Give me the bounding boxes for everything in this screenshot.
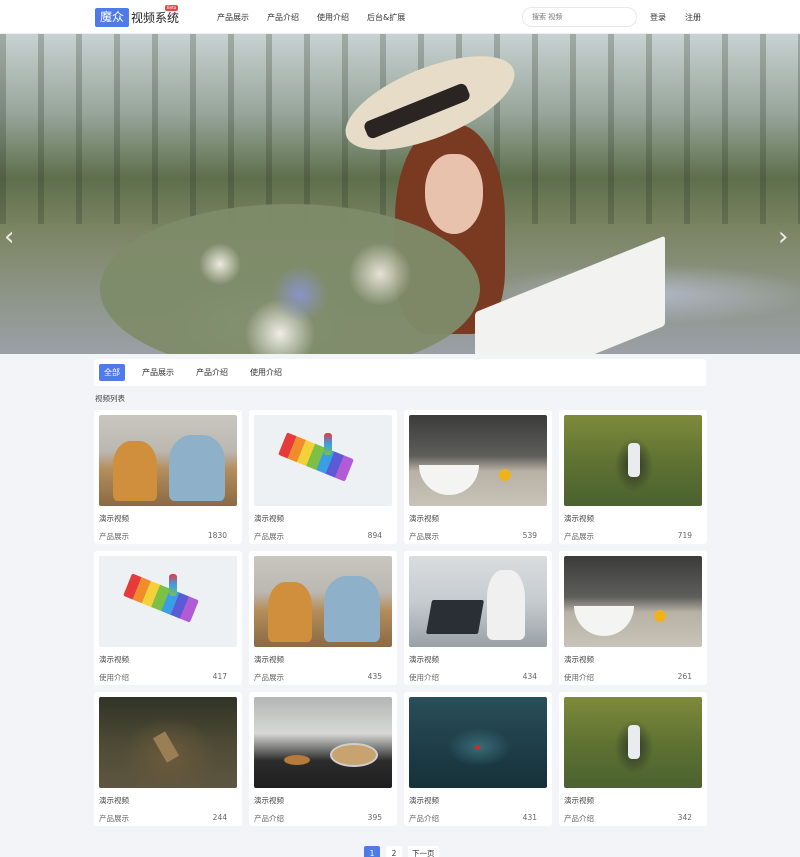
- video-card[interactable]: 演示视频 产品展示 894: [249, 410, 397, 544]
- video-category: 使用介绍: [409, 673, 439, 682]
- video-category: 产品展示: [99, 814, 129, 823]
- next-page-button[interactable]: 下一页: [408, 846, 439, 857]
- video-thumbnail[interactable]: [254, 415, 392, 506]
- pagination: 1 2 下一页: [364, 846, 445, 857]
- page-button-2[interactable]: 2: [386, 846, 402, 857]
- video-title[interactable]: 演示视频: [564, 795, 702, 806]
- category-filter: 全部 产品展示 产品介绍 使用介绍: [94, 359, 706, 386]
- video-title[interactable]: 演示视频: [99, 795, 237, 806]
- tab-all[interactable]: 全部: [99, 364, 125, 381]
- logo-mark: 魔众: [95, 8, 130, 27]
- video-view-count: 434: [522, 672, 537, 681]
- tab-product-intro[interactable]: 产品介绍: [191, 364, 233, 381]
- video-card[interactable]: 演示视频 产品介绍 395: [249, 692, 397, 826]
- main-nav: 产品展示 产品介绍 使用介绍 后台&扩展: [217, 0, 423, 34]
- video-view-count: 894: [367, 531, 382, 540]
- video-thumbnail[interactable]: [409, 415, 547, 506]
- video-category: 产品展示: [564, 532, 594, 541]
- register-link[interactable]: 注册: [685, 12, 701, 23]
- video-thumbnail[interactable]: [409, 556, 547, 647]
- login-link[interactable]: 登录: [650, 12, 666, 23]
- video-category: 使用介绍: [99, 673, 129, 682]
- video-view-count: 1830: [207, 531, 227, 540]
- video-title[interactable]: 演示视频: [409, 795, 547, 806]
- video-view-count: 417: [212, 672, 227, 681]
- tab-usage-intro[interactable]: 使用介绍: [245, 364, 287, 381]
- video-thumbnail[interactable]: [409, 697, 547, 788]
- video-title[interactable]: 演示视频: [99, 513, 237, 524]
- video-card[interactable]: 演示视频 产品展示 539: [404, 410, 552, 544]
- video-thumbnail[interactable]: [564, 697, 702, 788]
- nav-item-usage-intro[interactable]: 使用介绍: [317, 12, 349, 23]
- video-card[interactable]: 演示视频 产品介绍 342: [559, 692, 707, 826]
- logo-text: 视频系统: [131, 10, 180, 25]
- video-title[interactable]: 演示视频: [564, 654, 702, 665]
- video-category: 产品展示: [254, 673, 284, 682]
- video-title[interactable]: 演示视频: [409, 513, 547, 524]
- video-title[interactable]: 演示视频: [409, 654, 547, 665]
- site-logo[interactable]: 魔众 视频系统 Beta: [95, 5, 180, 27]
- video-view-count: 435: [367, 672, 382, 681]
- video-thumbnail[interactable]: [564, 556, 702, 647]
- video-view-count: 261: [677, 672, 692, 681]
- chevron-left-icon[interactable]: ‹: [4, 224, 14, 250]
- video-view-count: 244: [212, 813, 227, 822]
- video-category: 使用介绍: [564, 673, 594, 682]
- video-title[interactable]: 演示视频: [254, 513, 392, 524]
- video-card[interactable]: 演示视频 使用介绍 417: [94, 551, 242, 685]
- video-card[interactable]: 演示视频 使用介绍 261: [559, 551, 707, 685]
- nav-item-product-intro[interactable]: 产品介绍: [267, 12, 299, 23]
- video-card[interactable]: 演示视频 产品展示 1830: [94, 410, 242, 544]
- video-title[interactable]: 演示视频: [99, 654, 237, 665]
- section-title: 视频列表: [95, 394, 125, 403]
- video-view-count: 395: [367, 813, 382, 822]
- video-title[interactable]: 演示视频: [254, 654, 392, 665]
- video-grid: 演示视频 产品展示 1830 演示视频 产品展示 894 演示视频 产品展示 539 …: [94, 410, 707, 826]
- hero-banner[interactable]: ‹ ›: [0, 34, 800, 354]
- page-button-1[interactable]: 1: [364, 846, 380, 857]
- video-view-count: 539: [522, 531, 537, 540]
- tab-product-showcase[interactable]: 产品展示: [137, 364, 179, 381]
- video-view-count: 719: [677, 531, 692, 540]
- site-header: 魔众 视频系统 Beta 产品展示 产品介绍 使用介绍 后台&扩展 登录 注册: [0, 0, 800, 34]
- video-card[interactable]: 演示视频 使用介绍 434: [404, 551, 552, 685]
- video-category: 产品介绍: [409, 814, 439, 823]
- video-card[interactable]: 演示视频 产品展示 244: [94, 692, 242, 826]
- video-thumbnail[interactable]: [99, 697, 237, 788]
- video-category: 产品展示: [409, 532, 439, 541]
- video-card[interactable]: 演示视频 产品介绍 431: [404, 692, 552, 826]
- video-thumbnail[interactable]: [99, 556, 237, 647]
- beta-badge: Beta: [165, 5, 179, 11]
- video-category: 产品展示: [99, 532, 129, 541]
- video-thumbnail[interactable]: [254, 697, 392, 788]
- video-category: 产品展示: [254, 532, 284, 541]
- video-thumbnail[interactable]: [564, 415, 702, 506]
- chevron-right-icon[interactable]: ›: [778, 224, 788, 250]
- video-card[interactable]: 演示视频 产品展示 719: [559, 410, 707, 544]
- search-input[interactable]: [522, 7, 637, 27]
- video-view-count: 342: [677, 813, 692, 822]
- video-thumbnail[interactable]: [99, 415, 237, 506]
- video-thumbnail[interactable]: [254, 556, 392, 647]
- video-view-count: 431: [522, 813, 537, 822]
- video-title[interactable]: 演示视频: [254, 795, 392, 806]
- video-title[interactable]: 演示视频: [564, 513, 702, 524]
- nav-item-product-showcase[interactable]: 产品展示: [217, 12, 249, 23]
- video-category: 产品介绍: [254, 814, 284, 823]
- video-category: 产品介绍: [564, 814, 594, 823]
- nav-item-admin-extensions[interactable]: 后台&扩展: [367, 12, 405, 23]
- video-card[interactable]: 演示视频 产品展示 435: [249, 551, 397, 685]
